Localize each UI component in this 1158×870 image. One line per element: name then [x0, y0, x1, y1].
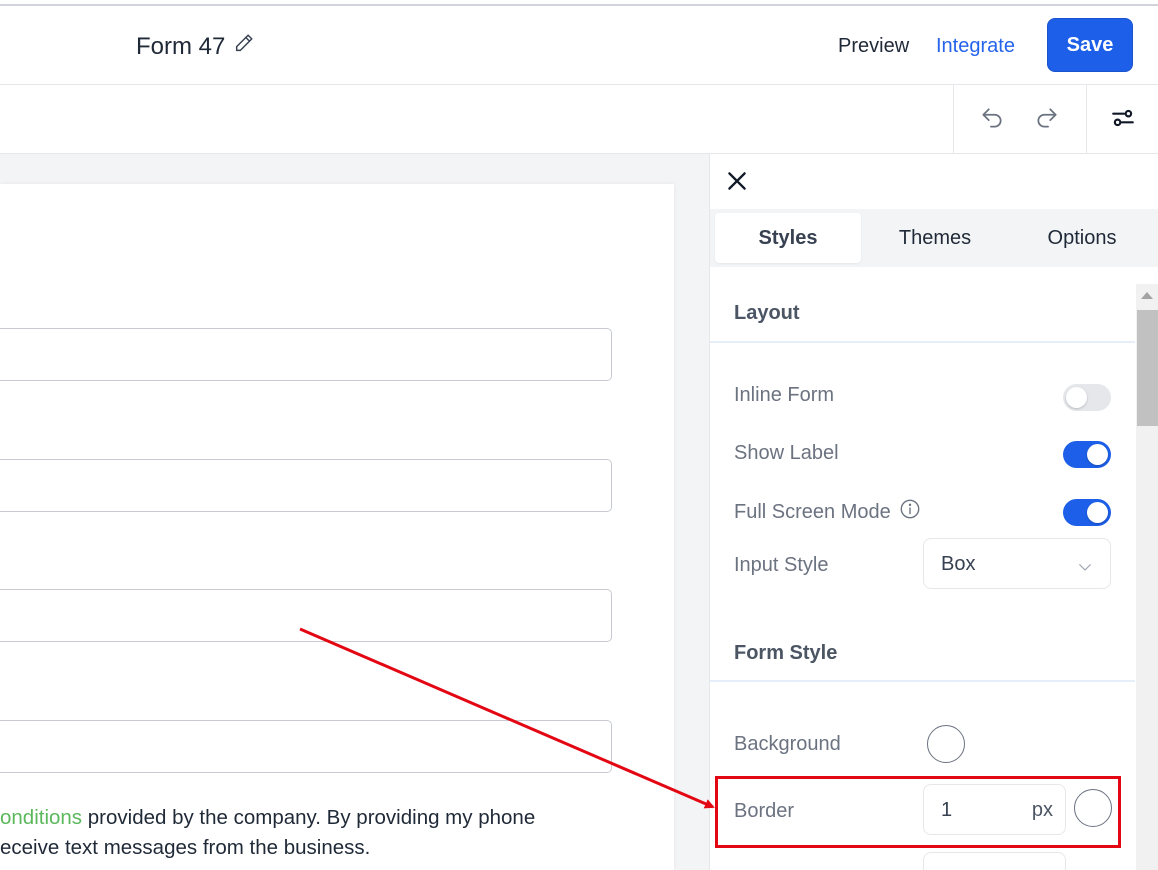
tab-options[interactable]: Options [1009, 213, 1155, 263]
panel-tabs: Styles Themes Options [710, 209, 1158, 267]
close-icon[interactable] [724, 168, 750, 194]
form-preview-card: onditions provided by the company. By pr… [0, 184, 674, 870]
inline-form-label: Inline Form [734, 384, 835, 406]
info-icon[interactable] [899, 498, 921, 526]
tab-themes[interactable]: Themes [862, 213, 1008, 263]
redo-icon[interactable] [1032, 103, 1062, 133]
full-screen-toggle[interactable] [1063, 499, 1111, 526]
preview-button[interactable]: Preview [838, 35, 909, 58]
style-panel: Styles Themes Options Layout Inline Form… [709, 154, 1158, 870]
section-title-form-style: Form Style [734, 642, 838, 664]
form-field-input[interactable] [0, 720, 612, 773]
panel-scroll-area: Layout Inline Form Show Label Full Scree… [710, 287, 1136, 870]
toggle-knob [1066, 387, 1087, 408]
undo-icon[interactable] [977, 103, 1007, 133]
section-divider [710, 341, 1135, 343]
input-style-select[interactable]: Box [923, 538, 1111, 589]
pencil-icon[interactable] [233, 32, 255, 61]
form-title-text: Form 47 [136, 32, 226, 60]
toggle-knob [1087, 502, 1108, 523]
consent-text: onditions provided by the company. By pr… [0, 803, 620, 863]
settings-sliders-icon[interactable] [1108, 103, 1138, 133]
consent-line-1-text: provided by the company. By providing my… [82, 806, 536, 829]
consent-line-1: onditions provided by the company. By pr… [0, 803, 620, 833]
save-button[interactable]: Save [1047, 18, 1133, 72]
toolbar-divider [953, 85, 954, 154]
toggle-knob [1087, 444, 1108, 465]
integrate-button[interactable]: Integrate [936, 35, 1015, 58]
editor-toolbar [0, 85, 1158, 154]
terms-link[interactable]: onditions [0, 806, 82, 829]
form-canvas: onditions provided by the company. By pr… [0, 154, 709, 870]
chevron-down-icon [1079, 564, 1091, 571]
show-label-label: Show Label [734, 442, 839, 464]
panel-scrollbar[interactable] [1136, 284, 1158, 870]
scrollbar-thumb[interactable] [1137, 310, 1158, 426]
full-screen-label: Full Screen Mode [734, 500, 891, 523]
form-title[interactable]: Form 47 [136, 32, 255, 61]
background-label: Background [734, 733, 841, 755]
form-field-input[interactable] [0, 459, 612, 512]
section-title-layout: Layout [734, 302, 800, 324]
border-label: Border [734, 800, 795, 822]
form-field-input[interactable] [0, 328, 612, 381]
app-header: Form 47 Preview Integrate Save [0, 6, 1158, 85]
show-label-toggle[interactable] [1063, 441, 1111, 468]
border-width-input[interactable]: 1 px [923, 784, 1066, 835]
section-divider [710, 680, 1135, 682]
border-width-value: 1 [941, 799, 953, 821]
inline-form-toggle[interactable] [1063, 384, 1111, 411]
border-color-swatch[interactable] [1074, 789, 1112, 827]
border-width-unit: px [1031, 799, 1053, 821]
tab-styles[interactable]: Styles [715, 213, 861, 263]
consent-line-2: eceive text messages from the business. [0, 836, 371, 859]
background-color-swatch[interactable] [927, 725, 965, 763]
scroll-up-arrow-icon[interactable] [1141, 292, 1153, 299]
form-field-input[interactable] [0, 589, 612, 642]
input-style-value: Box [941, 553, 976, 575]
toolbar-divider [1086, 85, 1087, 154]
full-screen-row: Full Screen Mode [734, 498, 921, 526]
input-style-label: Input Style [734, 554, 829, 576]
next-setting-input[interactable] [923, 852, 1066, 870]
